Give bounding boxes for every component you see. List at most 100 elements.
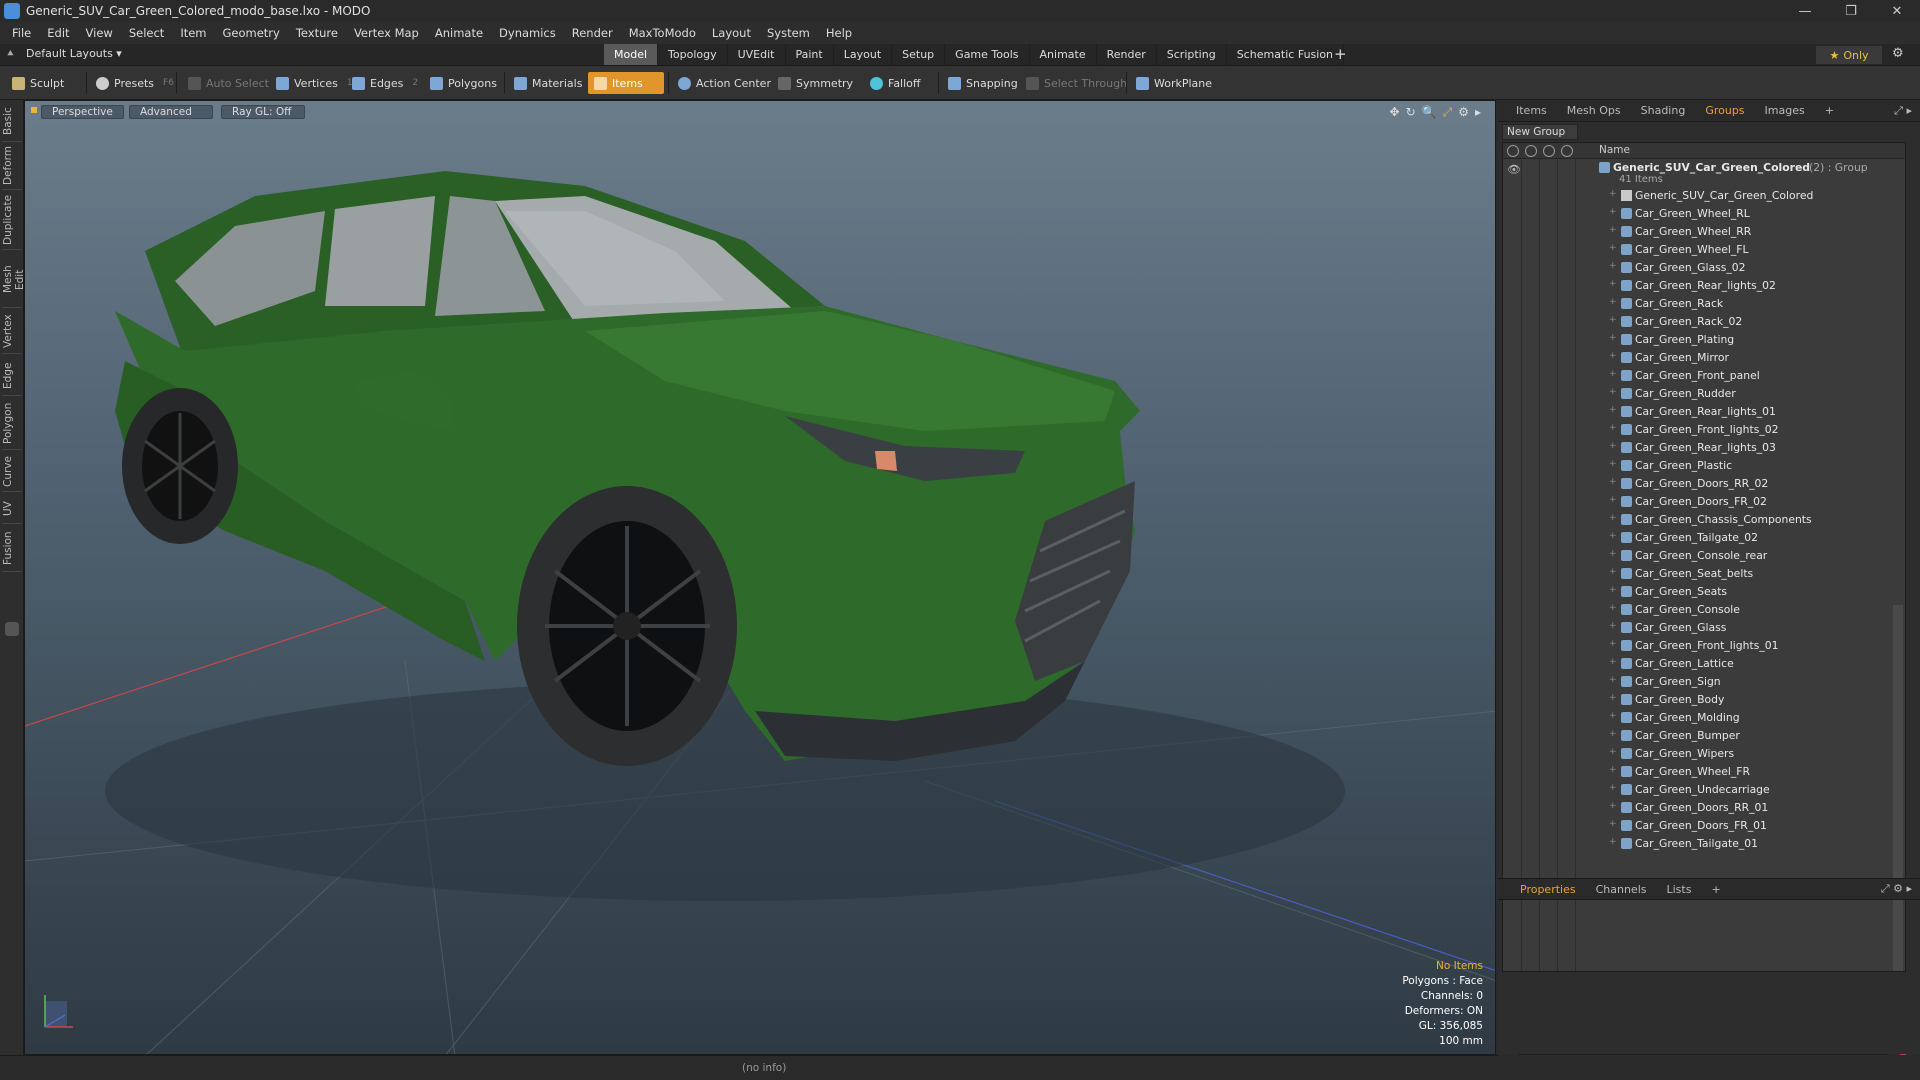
menu-maxtomodo[interactable]: MaxToModo xyxy=(621,26,704,40)
expand-icon[interactable]: + xyxy=(1609,495,1617,505)
expand-icon[interactable]: + xyxy=(1609,783,1617,793)
expand-icon[interactable]: + xyxy=(1609,531,1617,541)
tab-setup[interactable]: Setup xyxy=(892,44,946,65)
symmetry-button[interactable]: Symmetry xyxy=(772,72,859,94)
group-item-row[interactable]: + Car_Green_Doors_FR_01 xyxy=(1503,817,1905,835)
group-item-row[interactable]: + Car_Green_Rack xyxy=(1503,295,1905,313)
expand-icon[interactable]: + xyxy=(1609,441,1617,451)
tab-game-tools[interactable]: Game Tools xyxy=(945,44,1030,65)
group-item-row[interactable]: + Car_Green_Chassis_Components xyxy=(1503,511,1905,529)
group-item-row[interactable]: + Car_Green_Wheel_RR xyxy=(1503,223,1905,241)
tab-layout[interactable]: Layout xyxy=(834,44,893,65)
group-item-row[interactable]: + Car_Green_Console xyxy=(1503,601,1905,619)
expand-icon[interactable]: + xyxy=(1609,297,1617,307)
expand-icon[interactable]: + xyxy=(1609,693,1617,703)
expand-icon[interactable]: + xyxy=(1609,513,1617,523)
expand-icon[interactable]: + xyxy=(1609,819,1617,829)
expand-icon[interactable]: + xyxy=(1609,315,1617,325)
expand-icon[interactable]: + xyxy=(1609,369,1617,379)
expand-icon[interactable]: + xyxy=(1609,189,1617,199)
group-item-row[interactable]: + Car_Green_Wipers xyxy=(1503,745,1905,763)
tab-topology[interactable]: Topology xyxy=(658,44,728,65)
tab-lists[interactable]: Lists xyxy=(1657,883,1702,896)
expand-icon[interactable]: + xyxy=(1609,801,1617,811)
lefttab-basic[interactable]: Basic xyxy=(2,102,22,142)
group-item-row[interactable]: + Car_Green_Plastic xyxy=(1503,457,1905,475)
group-item-row[interactable]: + Car_Green_Rear_lights_02 xyxy=(1503,277,1905,295)
group-item-row[interactable]: + Car_Green_Front_panel xyxy=(1503,367,1905,385)
3d-viewport[interactable]: Perspective Advanced Ray GL: Off ✥ ↻ 🔍 ⤢… xyxy=(24,100,1496,1055)
select-through-button[interactable]: Select Through xyxy=(1020,72,1133,94)
expand-icon[interactable]: + xyxy=(1609,351,1617,361)
edges-button[interactable]: Edges 2 xyxy=(346,72,424,94)
expand-icon[interactable]: + xyxy=(1609,639,1617,649)
expand-icon[interactable]: + xyxy=(1609,477,1617,487)
add-panel-tab-icon[interactable]: + xyxy=(1815,104,1844,117)
expand-icon[interactable]: + xyxy=(1609,711,1617,721)
close-icon[interactable]: ✕ xyxy=(1874,0,1920,22)
menu-select[interactable]: Select xyxy=(121,26,172,40)
group-item-row[interactable]: + Car_Green_Tailgate_01 xyxy=(1503,835,1905,853)
lefttab-mesh-edit[interactable]: Mesh Edit xyxy=(2,252,26,308)
tab-paint[interactable]: Paint xyxy=(786,44,834,65)
only-toggle[interactable]: ★ Only xyxy=(1816,46,1882,64)
group-item-row[interactable]: + Car_Green_Rear_lights_03 xyxy=(1503,439,1905,457)
menu-view[interactable]: View xyxy=(78,26,121,40)
lefttab-deform[interactable]: Deform xyxy=(2,144,22,190)
select-column-icon[interactable] xyxy=(1561,145,1573,157)
maximize-icon[interactable]: ❐ xyxy=(1828,0,1874,22)
tab-properties[interactable]: Properties xyxy=(1510,883,1586,896)
menu-system[interactable]: System xyxy=(759,26,818,40)
lefttab-fusion[interactable]: Fusion xyxy=(2,526,22,572)
group-item-row[interactable]: + Car_Green_Doors_FR_02 xyxy=(1503,493,1905,511)
expand-icon[interactable]: + xyxy=(1609,243,1617,253)
render-column-icon[interactable] xyxy=(1525,145,1537,157)
expand-icon[interactable]: + xyxy=(1609,747,1617,757)
tab-channels[interactable]: Channels xyxy=(1586,883,1657,896)
tab-shading[interactable]: Shading xyxy=(1631,104,1696,117)
tab-schematic-fusion[interactable]: Schematic Fusion xyxy=(1227,44,1345,65)
lock-column-icon[interactable] xyxy=(1543,145,1555,157)
workplane-button[interactable]: WorkPlane xyxy=(1130,72,1218,94)
group-item-row[interactable]: + Car_Green_Glass_02 xyxy=(1503,259,1905,277)
minimize-icon[interactable]: — xyxy=(1782,0,1828,22)
items-button[interactable]: Items xyxy=(588,72,664,94)
expand-icon[interactable]: + xyxy=(1609,603,1617,613)
group-item-row[interactable]: + Car_Green_Front_lights_01 xyxy=(1503,637,1905,655)
group-item-row[interactable]: + Car_Green_Seats xyxy=(1503,583,1905,601)
expand-icon[interactable]: + xyxy=(1609,405,1617,415)
group-item-row[interactable]: + Car_Green_Bumper xyxy=(1503,727,1905,745)
menu-animate[interactable]: Animate xyxy=(427,26,491,40)
name-column-header[interactable]: Name xyxy=(1599,144,1630,156)
groups-scrollbar[interactable] xyxy=(1893,605,1903,971)
tab-scripting[interactable]: Scripting xyxy=(1157,44,1227,65)
menu-help[interactable]: Help xyxy=(818,26,860,40)
tab-model[interactable]: Model xyxy=(604,44,659,65)
expand-icon[interactable]: + xyxy=(1609,837,1617,847)
group-item-row[interactable]: + Car_Green_Molding xyxy=(1503,709,1905,727)
visibility-column-icon[interactable] xyxy=(1507,145,1519,157)
lefttab-edge[interactable]: Edge xyxy=(2,356,22,396)
expand-icon[interactable]: + xyxy=(1609,567,1617,577)
expand-icon[interactable]: + xyxy=(1609,621,1617,631)
group-item-row[interactable]: + Car_Green_Tailgate_02 xyxy=(1503,529,1905,547)
lefttab-curve[interactable]: Curve xyxy=(2,452,22,492)
menu-layout[interactable]: Layout xyxy=(704,26,759,40)
add-tab-icon[interactable]: + xyxy=(1334,45,1347,63)
expand-icon[interactable]: + xyxy=(1609,675,1617,685)
group-item-row[interactable]: + Car_Green_Seat_belts xyxy=(1503,565,1905,583)
group-item-row[interactable]: + Car_Green_Sign xyxy=(1503,673,1905,691)
sculpt-button[interactable]: Sculpt xyxy=(6,72,70,94)
action-center-button[interactable]: Action Center xyxy=(672,72,777,94)
group-item-row[interactable]: + Generic_SUV_Car_Green_Colored xyxy=(1503,187,1905,205)
group-item-row[interactable]: + Car_Green_Rear_lights_01 xyxy=(1503,403,1905,421)
eye-icon[interactable]: 👁 xyxy=(1507,163,1521,176)
group-item-row[interactable]: + Car_Green_Lattice xyxy=(1503,655,1905,673)
expand-icon[interactable]: + xyxy=(1609,225,1617,235)
menu-geometry[interactable]: Geometry xyxy=(215,26,288,40)
expand-icon[interactable]: + xyxy=(1609,585,1617,595)
expand-icon[interactable]: + xyxy=(1609,333,1617,343)
default-layouts-dropdown[interactable]: Default Layouts ▾ xyxy=(26,47,122,60)
group-item-row[interactable]: + Car_Green_Rudder xyxy=(1503,385,1905,403)
expand-icon[interactable]: + xyxy=(1609,459,1617,469)
